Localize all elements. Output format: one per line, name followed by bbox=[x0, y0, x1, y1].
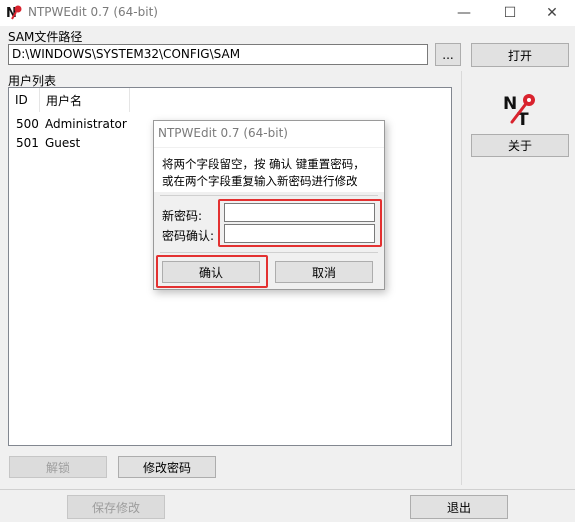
dialog-title: NTPWEdit 0.7 (64-bit) bbox=[158, 126, 288, 140]
title-bar: N NTPWEdit 0.7 (64-bit) — ☐ ✕ bbox=[0, 0, 575, 26]
change-password-button[interactable]: 修改密码 bbox=[118, 456, 216, 478]
user-name: Guest bbox=[45, 136, 81, 150]
user-id: 501 bbox=[16, 136, 39, 150]
dialog-title-bar: NTPWEdit 0.7 (64-bit) bbox=[154, 121, 384, 147]
new-password-label: 新密码: bbox=[162, 209, 203, 223]
dialog-ok-button[interactable]: 确认 bbox=[162, 261, 260, 283]
app-logo-icon: N bbox=[6, 5, 22, 21]
about-button[interactable]: 关于 bbox=[471, 134, 569, 157]
change-password-dialog: NTPWEdit 0.7 (64-bit) 将两个字段留空，按 确认 键重置密码… bbox=[153, 120, 385, 290]
exit-button[interactable]: 退出 bbox=[410, 495, 508, 519]
column-header-username[interactable]: 用户名 bbox=[40, 88, 130, 112]
sam-path-label: SAM文件路径 bbox=[8, 30, 83, 44]
close-button[interactable]: ✕ bbox=[529, 0, 575, 26]
unlock-button[interactable]: 解锁 bbox=[9, 456, 107, 478]
side-divider bbox=[461, 71, 462, 485]
logo-letter-n: N bbox=[503, 94, 517, 114]
window-title: NTPWEdit 0.7 (64-bit) bbox=[28, 5, 158, 19]
confirm-password-input[interactable] bbox=[224, 224, 375, 243]
maximize-button[interactable]: ☐ bbox=[487, 0, 533, 26]
dialog-message-line1: 将两个字段留空，按 确认 键重置密码， bbox=[162, 157, 365, 171]
dialog-cancel-button[interactable]: 取消 bbox=[275, 261, 373, 283]
sam-path-input[interactable]: D:\WINDOWS\SYSTEM32\CONFIG\SAM bbox=[8, 44, 428, 65]
dialog-separator-top bbox=[160, 195, 378, 196]
bottom-separator bbox=[0, 489, 575, 490]
open-button[interactable]: 打开 bbox=[471, 43, 569, 67]
user-name: Administrator bbox=[45, 117, 127, 131]
user-id: 500 bbox=[16, 117, 39, 131]
ntpwedit-logo-icon: N T bbox=[503, 94, 535, 126]
new-password-input[interactable] bbox=[224, 203, 375, 222]
save-changes-button[interactable]: 保存修改 bbox=[67, 495, 165, 519]
confirm-password-label: 密码确认: bbox=[162, 229, 215, 243]
dialog-message-area: 将两个字段留空，按 确认 键重置密码， 或在两个字段重复输入新密码进行修改 bbox=[154, 148, 384, 192]
dialog-message-line2: 或在两个字段重复输入新密码进行修改 bbox=[162, 174, 358, 188]
browse-button[interactable]: ... bbox=[435, 43, 461, 66]
column-header-id[interactable]: ID bbox=[9, 88, 40, 112]
minimize-button[interactable]: — bbox=[441, 0, 487, 26]
dialog-separator-bottom bbox=[160, 252, 378, 253]
